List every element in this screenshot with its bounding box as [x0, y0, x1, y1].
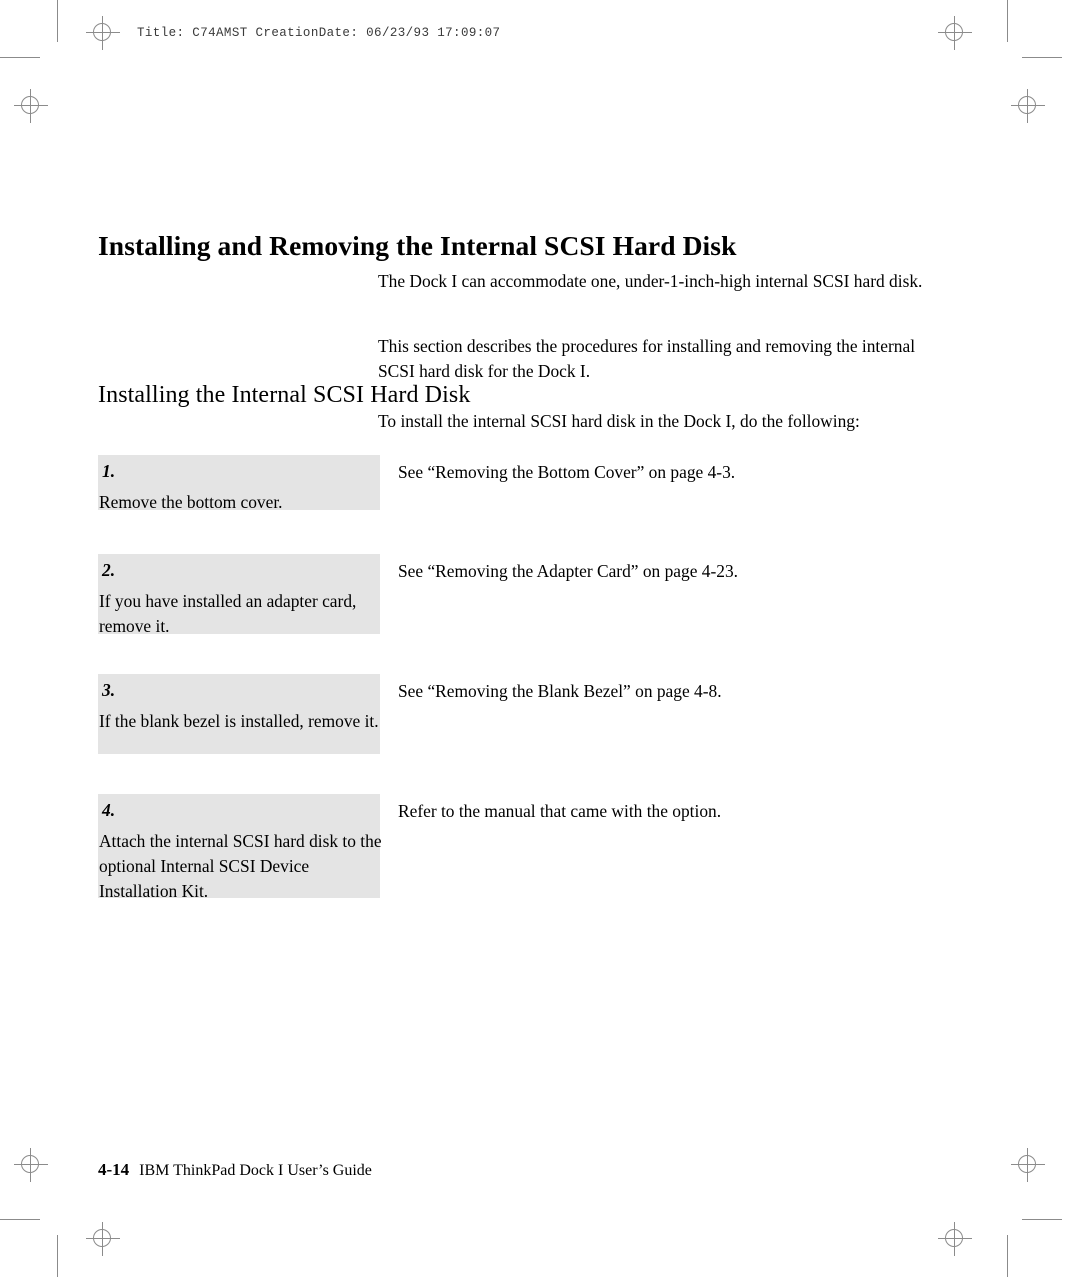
step-action-text: If the blank bezel is installed, remove …	[99, 711, 379, 731]
crop-mark-line-bottom-left-horizontal	[0, 1219, 40, 1220]
step-number: 2.	[102, 560, 116, 580]
step-action-text: If you have installed an adapter card, r…	[99, 591, 357, 636]
intro-paragraph-2: This section describes the procedures fo…	[378, 336, 916, 382]
registration-mark-right-lower	[1011, 1148, 1045, 1182]
registration-mark-left-lower	[14, 1148, 48, 1182]
crop-mark-line-bottom-right-vertical	[1007, 1235, 1008, 1277]
step-result-text: See “Removing the Blank Bezel” on page 4…	[398, 681, 722, 701]
step-action-text: Attach the internal SCSI hard disk to th…	[99, 831, 382, 901]
registration-mark-bottom-center-right	[938, 1222, 972, 1256]
crop-mark-line-top-right-horizontal	[1022, 57, 1062, 58]
crop-mark-line-top-left-vertical	[57, 0, 58, 42]
registration-mark-top-center-left	[86, 16, 120, 50]
registration-mark-top-center-right	[938, 16, 972, 50]
crop-mark-line-bottom-right-horizontal	[1022, 1219, 1062, 1220]
footer-page-number: 4-14	[98, 1160, 130, 1179]
step-number: 4.	[102, 800, 116, 820]
step-result-text: See “Removing the Bottom Cover” on page …	[398, 462, 736, 482]
intro-paragraph-3: To install the internal SCSI hard disk i…	[378, 411, 860, 432]
document-page: Title: C74AMST CreationDate: 06/23/93 17…	[0, 0, 1080, 1277]
registration-mark-bottom-center-left	[86, 1222, 120, 1256]
step-number: 3.	[102, 680, 116, 700]
page-footer: 4-14 IBM ThinkPad Dock I User’s Guide	[98, 1160, 372, 1180]
step-action-text: Remove the bottom cover.	[99, 492, 283, 512]
page-title: Installing and Removing the Internal SCS…	[98, 230, 737, 262]
intro-paragraph-1: The Dock I can accommodate one, under-1-…	[378, 271, 923, 292]
crop-mark-line-bottom-left-vertical	[57, 1235, 58, 1277]
footer-book-title: IBM ThinkPad Dock I User’s Guide	[139, 1162, 372, 1179]
crop-mark-line-top-right-vertical	[1007, 0, 1008, 42]
section-subtitle: Installing the Internal SCSI Hard Disk	[98, 381, 471, 408]
page-header-metadata: Title: C74AMST CreationDate: 06/23/93 17…	[137, 26, 501, 40]
step-result-text: See “Removing the Adapter Card” on page …	[398, 561, 738, 581]
registration-mark-left-upper	[14, 89, 48, 123]
step-result-text: Refer to the manual that came with the o…	[398, 801, 722, 821]
registration-mark-right-upper	[1011, 89, 1045, 123]
step-number: 1.	[102, 461, 116, 481]
crop-mark-line-top-left-horizontal	[0, 57, 40, 58]
